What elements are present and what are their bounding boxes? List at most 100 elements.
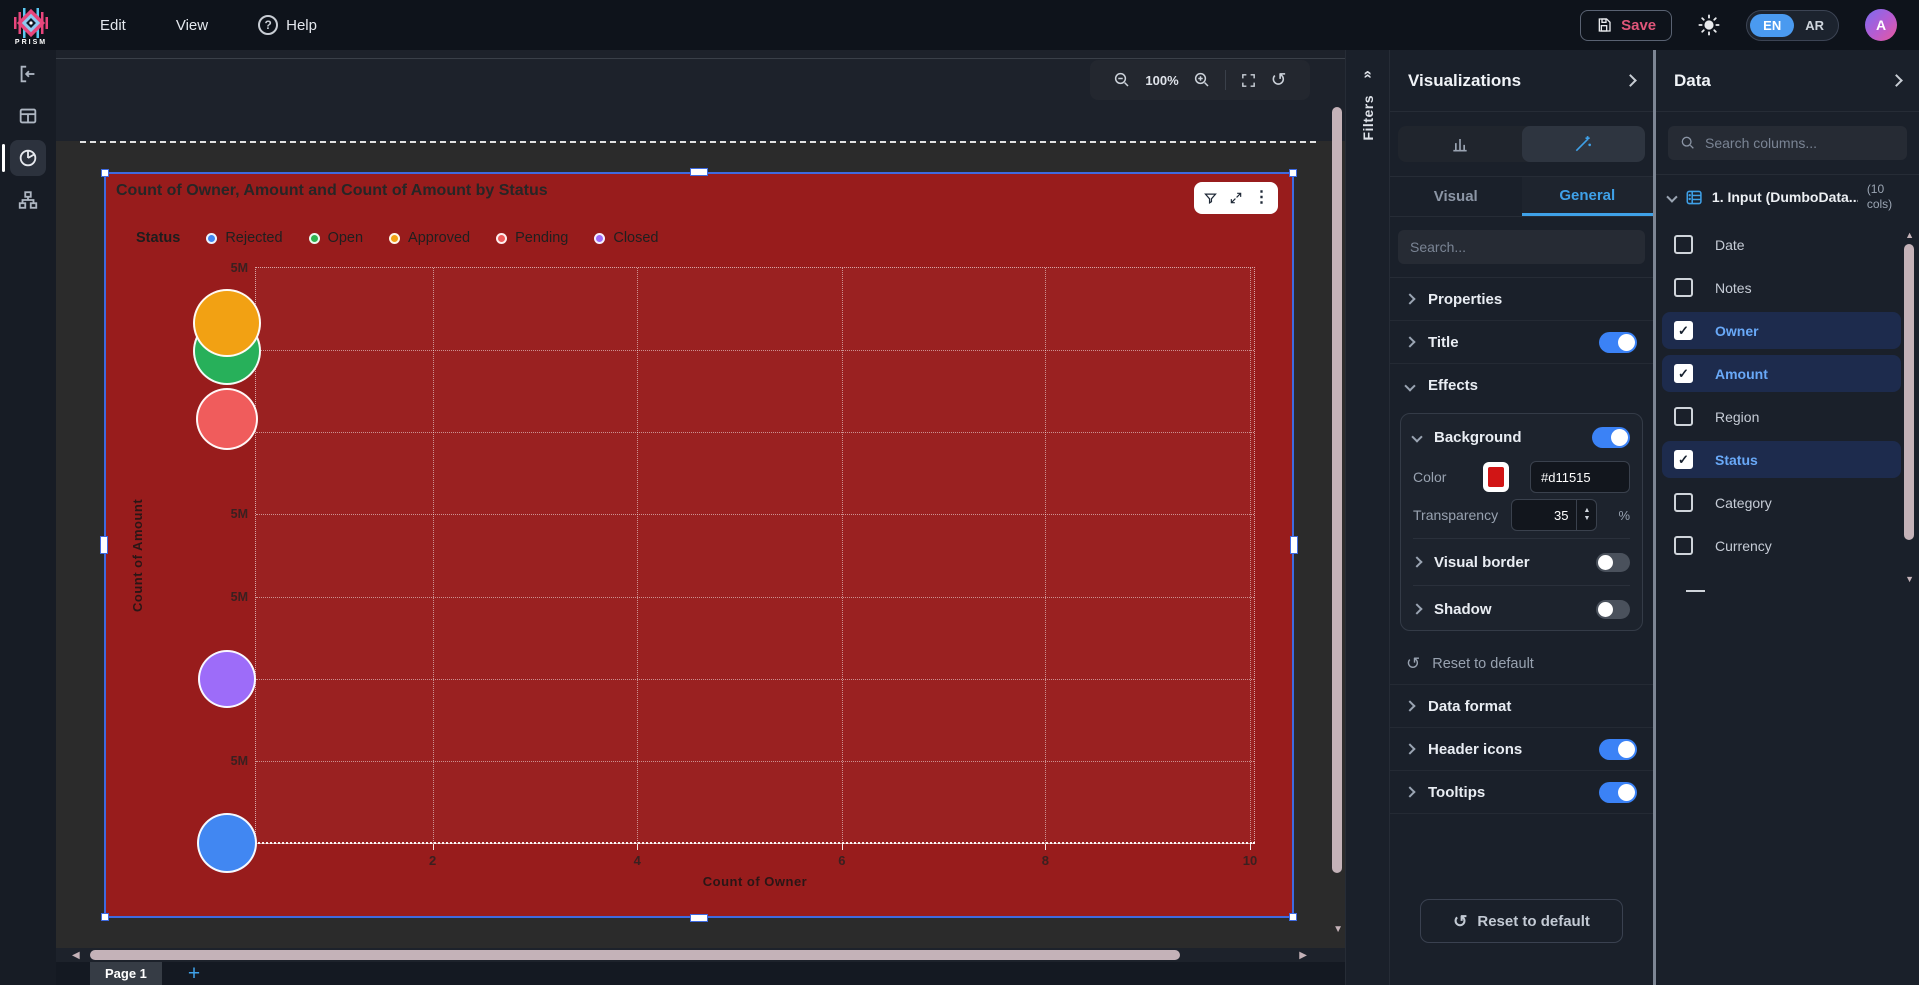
resize-handle-top-left[interactable] xyxy=(101,169,109,177)
section-tooltips[interactable]: Tooltips xyxy=(1390,771,1653,814)
filter-icon[interactable] xyxy=(1203,191,1218,206)
checkbox-region[interactable] xyxy=(1674,407,1693,426)
resize-handle-top[interactable] xyxy=(690,168,708,176)
section-effects[interactable]: Effects xyxy=(1390,364,1653,407)
data-scrollbar[interactable] xyxy=(1904,244,1914,540)
expand-icon[interactable] xyxy=(1229,191,1243,205)
x-axis-line xyxy=(255,842,1255,844)
data-scroll-up-arrow[interactable]: ▲ xyxy=(1905,230,1914,240)
flow-diagram-icon[interactable] xyxy=(10,182,46,218)
resize-handle-bottom[interactable] xyxy=(690,914,708,922)
checkbox-amount[interactable]: ✓ xyxy=(1674,364,1693,383)
page-tab[interactable]: Page 1 xyxy=(90,962,162,985)
legend-item-closed[interactable]: Closed xyxy=(594,230,658,246)
language-toggle[interactable]: EN AR xyxy=(1746,10,1839,41)
reset-to-default-button[interactable]: ↺ Reset to default xyxy=(1420,899,1623,943)
tab-visual[interactable]: Visual xyxy=(1390,177,1522,216)
scroll-left-arrow[interactable]: ◀ xyxy=(72,950,80,961)
bubble-rejected[interactable] xyxy=(197,813,257,873)
dataset-node[interactable]: 1. Input (DumboData.... (10 cols) xyxy=(1656,175,1919,219)
resize-handle-top-right[interactable] xyxy=(1289,169,1297,177)
add-page-button[interactable]: + xyxy=(188,963,200,984)
resize-handle-bottom-right[interactable] xyxy=(1289,913,1297,921)
section-properties[interactable]: Properties xyxy=(1390,278,1653,321)
charts-pie-icon[interactable] xyxy=(10,140,46,176)
panel-divider[interactable] xyxy=(1653,50,1656,985)
shadow-toggle[interactable] xyxy=(1596,600,1630,619)
canvas[interactable]: 100% ↺ Count of Owner, Amount and Count … xyxy=(56,50,1345,985)
columns-search-input[interactable] xyxy=(1705,135,1895,151)
checkbox-notes[interactable] xyxy=(1674,278,1693,297)
lang-ar[interactable]: AR xyxy=(1794,14,1835,37)
fullscreen-icon[interactable] xyxy=(1240,72,1257,89)
zoom-out-icon[interactable] xyxy=(1113,71,1131,89)
checkbox-currency[interactable] xyxy=(1674,536,1693,555)
checkbox-owner[interactable]: ✓ xyxy=(1674,321,1693,340)
column-row-date[interactable]: Date xyxy=(1662,226,1901,263)
column-row-owner[interactable]: ✓Owner xyxy=(1662,312,1901,349)
data-scroll-down-arrow[interactable]: ▼ xyxy=(1905,574,1914,584)
canvas-vertical-scrollbar[interactable] xyxy=(1332,107,1342,873)
reset-view-icon[interactable]: ↺ xyxy=(1271,71,1287,90)
resize-handle-right[interactable] xyxy=(1290,536,1298,554)
visual-border-toggle[interactable] xyxy=(1596,553,1630,572)
theme-sun-icon[interactable] xyxy=(1698,14,1720,36)
column-row-region[interactable]: Region xyxy=(1662,398,1901,435)
visual-border-row[interactable]: Visual border xyxy=(1413,543,1630,581)
background-row[interactable]: Background xyxy=(1413,416,1630,458)
app-logo[interactable]: PRISM xyxy=(4,5,58,46)
legend-item-approved[interactable]: Approved xyxy=(389,230,470,246)
chart-widget[interactable]: Count of Owner, Amount and Count of Amou… xyxy=(104,172,1294,918)
shadow-row[interactable]: Shadow xyxy=(1413,590,1630,628)
legend-item-pending[interactable]: Pending xyxy=(496,230,568,246)
horizontal-scroll-thumb[interactable] xyxy=(90,950,1180,960)
section-data-format[interactable]: Data format xyxy=(1390,685,1653,728)
more-options-icon[interactable]: ⋮ xyxy=(1254,190,1270,206)
zoom-in-icon[interactable] xyxy=(1193,71,1211,89)
column-row-amount[interactable]: ✓Amount xyxy=(1662,355,1901,392)
legend-item-rejected[interactable]: Rejected xyxy=(206,230,282,246)
background-toggle[interactable] xyxy=(1592,427,1630,448)
color-swatch[interactable] xyxy=(1483,462,1509,492)
checkbox-category[interactable] xyxy=(1674,493,1693,512)
format-mode-button[interactable] xyxy=(1522,126,1646,162)
menu-edit[interactable]: Edit xyxy=(100,15,126,35)
collapse-visualizations-icon[interactable] xyxy=(1624,74,1637,87)
resize-handle-left[interactable] xyxy=(100,536,108,554)
lang-en[interactable]: EN xyxy=(1750,14,1794,37)
bubble-pending[interactable] xyxy=(196,388,258,450)
section-header-icons[interactable]: Header icons xyxy=(1390,728,1653,771)
collapse-panel-icon[interactable] xyxy=(10,56,46,92)
bubble-approved[interactable] xyxy=(193,289,261,357)
save-button[interactable]: Save xyxy=(1580,10,1672,41)
bubble-closed[interactable] xyxy=(198,650,256,708)
menu-help[interactable]: ? Help xyxy=(258,15,317,35)
collapse-data-icon[interactable] xyxy=(1890,74,1903,87)
tab-general[interactable]: General xyxy=(1522,177,1654,216)
color-hex-input[interactable]: #d11515 xyxy=(1530,461,1630,493)
viz-search-input[interactable] xyxy=(1410,239,1633,255)
avatar[interactable]: A xyxy=(1865,9,1897,41)
reset-to-default-link[interactable]: ↺ Reset to default xyxy=(1390,643,1653,685)
column-row-category[interactable]: Category xyxy=(1662,484,1901,521)
spinner-arrows-icon[interactable]: ▲▼ xyxy=(1576,500,1596,530)
resize-handle-bottom-left[interactable] xyxy=(101,913,109,921)
header-icons-toggle[interactable] xyxy=(1599,739,1637,760)
checkbox-date[interactable] xyxy=(1674,235,1693,254)
scroll-right-arrow[interactable]: ▶ xyxy=(1299,950,1307,961)
section-title[interactable]: Title xyxy=(1390,321,1653,364)
title-toggle[interactable] xyxy=(1599,332,1637,353)
expand-filters-icon[interactable]: » xyxy=(1359,70,1376,78)
legend-item-open[interactable]: Open xyxy=(309,230,363,246)
column-row-status[interactable]: ✓Status xyxy=(1662,441,1901,478)
chart-type-mode-button[interactable] xyxy=(1398,126,1522,162)
transparency-input[interactable]: 35 ▲▼ xyxy=(1511,499,1597,531)
column-row-notes[interactable]: Notes xyxy=(1662,269,1901,306)
scroll-down-arrow[interactable]: ▼ xyxy=(1333,924,1343,935)
menu-view[interactable]: View xyxy=(176,15,208,35)
layout-icon[interactable] xyxy=(10,98,46,134)
tooltips-toggle[interactable] xyxy=(1599,782,1637,803)
filters-panel-tab[interactable]: » Filters xyxy=(1345,50,1390,985)
column-row-currency[interactable]: Currency xyxy=(1662,527,1901,564)
checkbox-status[interactable]: ✓ xyxy=(1674,450,1693,469)
